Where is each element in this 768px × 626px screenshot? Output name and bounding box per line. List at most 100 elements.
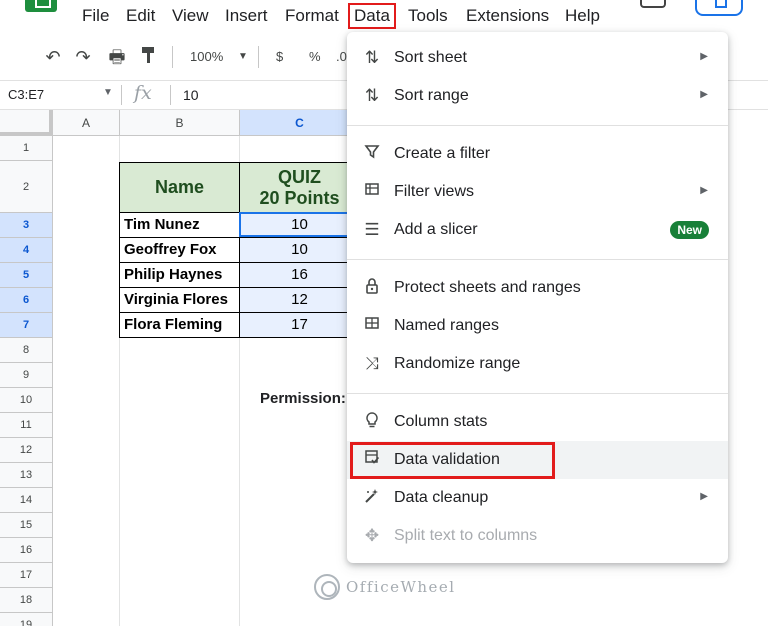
data-menu-dropdown: ⇅ Sort sheet ▶ ⇅ Sort range ▶ Create a f… xyxy=(347,32,728,563)
sheets-logo-icon[interactable] xyxy=(25,0,57,12)
named-ranges-icon xyxy=(361,315,383,337)
table-row-score[interactable]: 10 xyxy=(240,213,360,238)
zoom-select[interactable]: 100% xyxy=(190,48,223,66)
menu-divider xyxy=(347,259,728,260)
menu-item-label: Column stats xyxy=(394,413,488,430)
table-row-score[interactable]: 10 xyxy=(240,238,360,263)
menu-extensions[interactable]: Extensions xyxy=(466,5,549,27)
filter-views-icon xyxy=(361,181,383,203)
menu-item-column-stats[interactable]: Column stats xyxy=(347,403,728,441)
menu-help[interactable]: Help xyxy=(565,5,600,27)
menu-tools[interactable]: Tools xyxy=(408,5,448,27)
row-header-4[interactable]: 4 xyxy=(0,238,53,263)
row-header-3[interactable]: 3 xyxy=(0,213,53,238)
menu-view[interactable]: View xyxy=(172,5,209,27)
row-header-18[interactable]: 18 xyxy=(0,588,53,613)
percent-format-button[interactable]: % xyxy=(309,48,321,66)
submenu-arrow-icon: ▶ xyxy=(700,185,708,196)
print-icon[interactable]: 🖶 xyxy=(106,46,128,68)
zoom-chevron-down-icon[interactable]: ▼ xyxy=(238,48,248,66)
table-row-score[interactable]: 16 xyxy=(240,263,360,288)
permission-label: Permission: xyxy=(260,390,346,407)
menu-insert[interactable]: Insert xyxy=(225,5,268,27)
table-row-name[interactable]: Philip Haynes xyxy=(119,263,240,288)
formula-divider xyxy=(121,85,122,105)
sort-icon: ⇅ xyxy=(364,48,380,67)
menu-item-named-ranges[interactable]: Named ranges xyxy=(347,307,728,345)
sort-icon: ⇅ xyxy=(364,86,380,105)
table-row-score[interactable]: 17 xyxy=(240,313,360,338)
decrease-decimal-button[interactable]: .0 xyxy=(336,48,347,66)
redo-icon[interactable]: ↷ xyxy=(72,46,94,68)
row-header-13[interactable]: 13 xyxy=(0,463,53,488)
currency-format-button[interactable]: $ xyxy=(276,48,283,66)
row-header-11[interactable]: 11 xyxy=(0,413,53,438)
magic-wand-icon xyxy=(361,487,383,509)
paint-format-icon[interactable] xyxy=(138,46,160,68)
submenu-arrow-icon: ▶ xyxy=(700,491,708,502)
row-header-1[interactable]: 1 xyxy=(0,136,53,161)
column-header-a[interactable]: A xyxy=(53,110,120,136)
table-row-name[interactable]: Flora Fleming xyxy=(119,313,240,338)
formula-input[interactable]: 10 xyxy=(183,87,199,103)
table-row-name[interactable]: Virginia Flores xyxy=(119,288,240,313)
menu-item-sort-range[interactable]: ⇅ Sort range ▶ xyxy=(347,77,728,115)
row-header-19[interactable]: 19 xyxy=(0,613,53,626)
menu-item-label: Protect sheets and ranges xyxy=(394,279,581,296)
column-header-b[interactable]: B xyxy=(120,110,240,136)
menu-item-label: Add a slicer xyxy=(394,221,478,238)
header-quiz-line1: QUIZ xyxy=(278,167,321,187)
menu-edit[interactable]: Edit xyxy=(126,5,155,27)
row-header-14[interactable]: 14 xyxy=(0,488,53,513)
menu-file[interactable]: File xyxy=(82,5,109,27)
menu-divider xyxy=(347,125,728,126)
row-header-12[interactable]: 12 xyxy=(0,438,53,463)
menu-item-sort-sheet[interactable]: ⇅ Sort sheet ▶ xyxy=(347,39,728,77)
name-box-chevron-down-icon[interactable]: ▼ xyxy=(103,87,113,98)
watermark: OfficeWheel xyxy=(314,572,456,602)
menu-divider xyxy=(347,393,728,394)
new-badge: New xyxy=(670,221,709,239)
formula-divider xyxy=(170,85,171,105)
fx-icon: fx xyxy=(134,82,152,104)
row-header-10[interactable]: 10 xyxy=(0,388,53,413)
header-cell-name[interactable]: Name xyxy=(119,162,240,213)
table-row-name[interactable]: Tim Nunez xyxy=(119,213,240,238)
undo-icon[interactable]: ↶ xyxy=(42,46,64,68)
meet-icon[interactable] xyxy=(695,0,743,16)
watermark-text: OfficeWheel xyxy=(346,578,456,596)
officewheel-logo-icon xyxy=(314,574,340,600)
row-header-15[interactable]: 15 xyxy=(0,513,53,538)
menu-item-label: Data cleanup xyxy=(394,489,489,506)
menu-item-label: Sort sheet xyxy=(394,49,467,66)
lightbulb-icon xyxy=(361,411,383,433)
row-header-6[interactable]: 6 xyxy=(0,288,53,313)
menu-item-protect-sheets[interactable]: Protect sheets and ranges xyxy=(347,269,728,307)
table-row-name[interactable]: Geoffrey Fox xyxy=(119,238,240,263)
row-header-9[interactable]: 9 xyxy=(0,363,53,388)
row-header-16[interactable]: 16 xyxy=(0,538,53,563)
menu-item-randomize-range[interactable]: ⤨ Randomize range xyxy=(347,345,728,383)
data-validation-highlight xyxy=(350,442,555,479)
lock-icon xyxy=(361,277,383,299)
row-header-17[interactable]: 17 xyxy=(0,563,53,588)
menu-item-label: Randomize range xyxy=(394,355,521,372)
row-header-8[interactable]: 8 xyxy=(0,338,53,363)
header-cell-quiz[interactable]: QUIZ 20 Points xyxy=(239,162,360,213)
table-row-score[interactable]: 12 xyxy=(240,288,360,313)
column-header-c[interactable]: C xyxy=(240,110,360,136)
menu-data[interactable]: Data xyxy=(348,3,396,29)
row-header-2[interactable]: 2 xyxy=(0,161,53,213)
menu-item-data-cleanup[interactable]: Data cleanup ▶ xyxy=(347,479,728,517)
menu-format[interactable]: Format xyxy=(285,5,339,27)
row-header-7[interactable]: 7 xyxy=(0,313,53,338)
menu-item-add-slicer[interactable]: ☰ Add a slicer New xyxy=(347,211,728,249)
select-all-corner[interactable] xyxy=(0,110,53,136)
menu-item-create-filter[interactable]: Create a filter xyxy=(347,135,728,173)
name-box[interactable]: C3:E7 xyxy=(8,87,44,102)
menu-item-filter-views[interactable]: Filter views ▶ xyxy=(347,173,728,211)
menu-item-split-text: ✥ Split text to columns xyxy=(347,517,728,555)
comment-icon[interactable] xyxy=(640,0,666,8)
menu-item-label: Create a filter xyxy=(394,145,491,162)
row-header-5[interactable]: 5 xyxy=(0,263,53,288)
